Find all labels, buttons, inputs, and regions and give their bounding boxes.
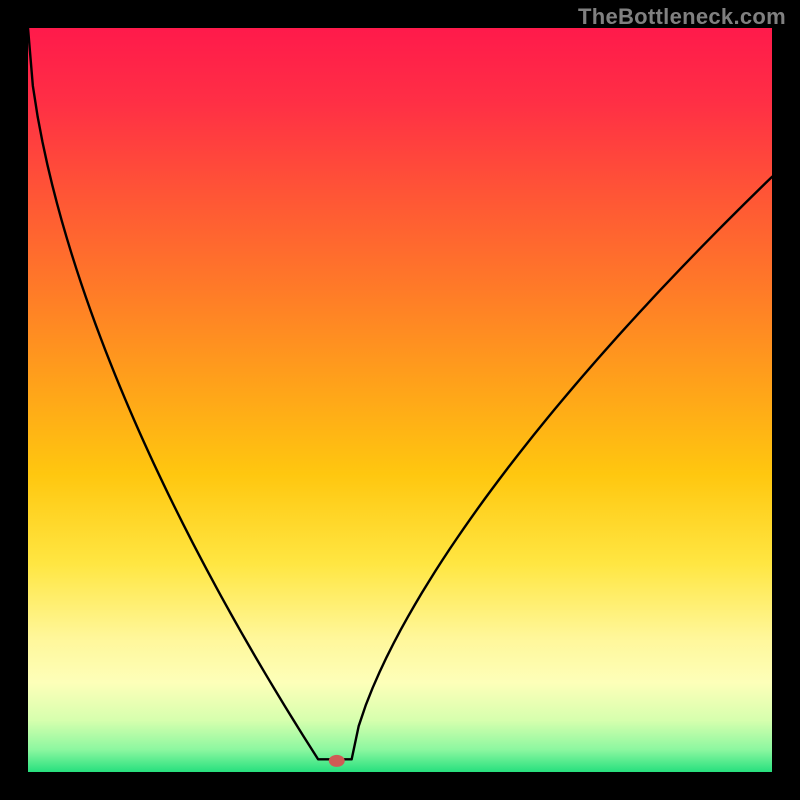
watermark-text: TheBottleneck.com (578, 4, 786, 30)
optimum-marker (329, 755, 345, 767)
bottleneck-plot (28, 28, 772, 772)
plot-background (28, 28, 772, 772)
chart-frame: TheBottleneck.com (0, 0, 800, 800)
